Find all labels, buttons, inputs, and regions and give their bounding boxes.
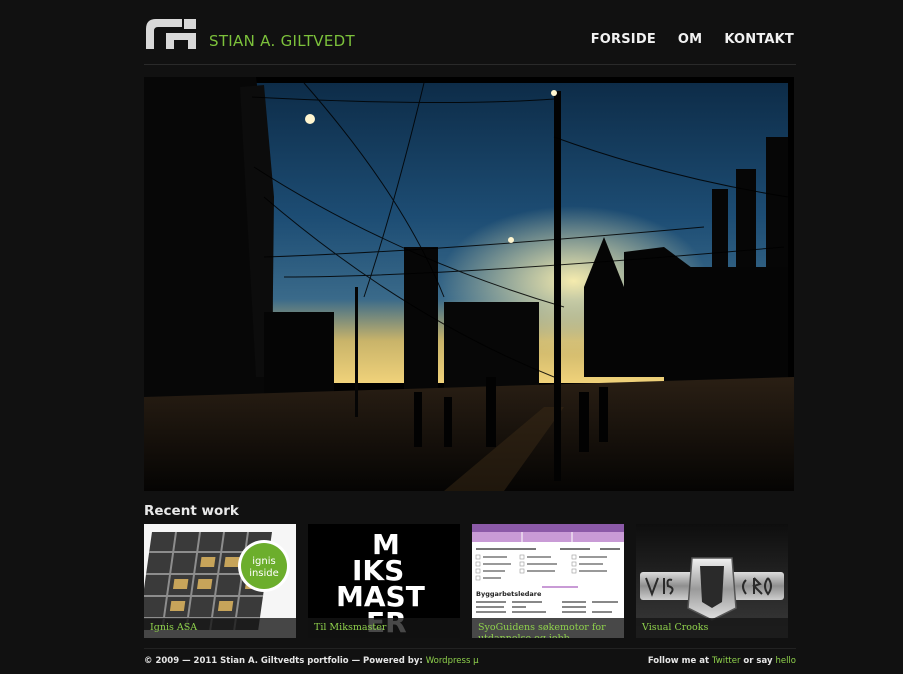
- work-item-caption-bar: Til Miksmaster: [308, 618, 460, 638]
- work-item-caption-bar: SyoGuidens søkemotor for utdannelse og j…: [472, 618, 624, 638]
- work-item-caption[interactable]: Til Miksmaster: [314, 622, 454, 633]
- hello-link[interactable]: hello: [775, 656, 796, 666]
- work-item-caption[interactable]: Visual Crooks: [642, 622, 782, 633]
- twitter-link[interactable]: Twitter: [712, 656, 741, 666]
- svg-text:inside: inside: [249, 568, 279, 579]
- recent-work-grid: ignis inside Ignis ASA M IKS MAST ER Til…: [144, 524, 796, 638]
- main-nav: FORSIDE OM KONTAKT: [591, 32, 794, 47]
- footer-or-say-text: or say: [740, 656, 776, 666]
- nav-item-kontakt[interactable]: KONTAKT: [724, 32, 794, 47]
- nav-item-forside[interactable]: FORSIDE: [591, 32, 656, 47]
- site-header: STIAN A. GILTVEDT FORSIDE OM KONTAKT: [144, 0, 796, 65]
- hero-photo: [144, 77, 794, 491]
- work-item-caption[interactable]: SyoGuidens søkemotor for utdannelse og j…: [478, 622, 618, 638]
- work-item-miksmaster[interactable]: M IKS MAST ER Til Miksmaster: [308, 524, 460, 638]
- ga-logo-icon[interactable]: [144, 15, 198, 49]
- footer-follow-text: Follow me at: [647, 656, 712, 666]
- wordpress-link[interactable]: Wordpress µ: [426, 656, 479, 666]
- svg-text:ignis: ignis: [252, 556, 275, 567]
- svg-text:Byggarbetsledare: Byggarbetsledare: [476, 590, 542, 598]
- work-item-caption-bar: Ignis ASA: [144, 618, 296, 638]
- work-item-ignis[interactable]: ignis inside Ignis ASA: [144, 524, 296, 638]
- footer-copyright-text: © 2009 — 2011 Stian A. Giltvedts portfol…: [144, 656, 426, 666]
- work-item-caption-bar: Visual Crooks: [636, 618, 788, 638]
- work-item-syoguiden[interactable]: Byggarbetsledare SyoGuidens søkemotor fo…: [472, 524, 624, 638]
- work-item-caption[interactable]: Ignis ASA: [150, 622, 290, 633]
- recent-work-heading: Recent work: [144, 503, 239, 519]
- site-footer: © 2009 — 2011 Stian A. Giltvedts portfol…: [144, 648, 796, 674]
- footer-copyright: © 2009 — 2011 Stian A. Giltvedts portfol…: [144, 656, 478, 666]
- footer-social: Follow me at Twitter or say hello: [648, 656, 796, 666]
- page-wrapper: STIAN A. GILTVEDT FORSIDE OM KONTAKT Rec…: [144, 0, 796, 673]
- work-item-visual-crooks[interactable]: Visual Crooks: [636, 524, 788, 638]
- site-title[interactable]: STIAN A. GILTVEDT: [209, 32, 355, 50]
- nav-item-om[interactable]: OM: [678, 32, 702, 47]
